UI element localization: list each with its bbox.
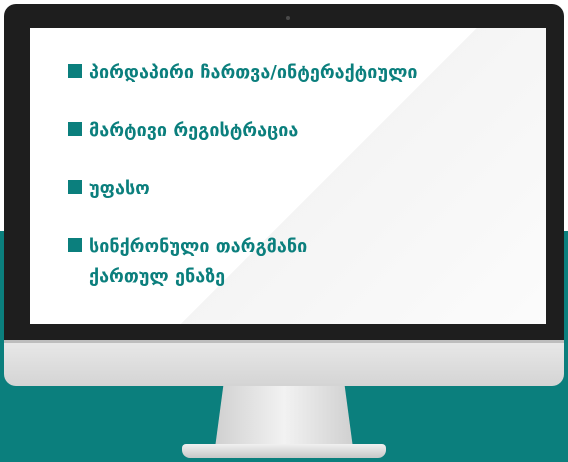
feature-text-translation: სინქრონული თარგმანი ქართულ ენაზე	[89, 236, 308, 287]
square-bullet-icon	[68, 122, 82, 136]
feature-item-live: პირდაპირი ჩართვა/ინტერაქტიული	[68, 58, 519, 88]
feature-text-live: პირდაპირი ჩართვა/ინტერაქტიული	[89, 62, 418, 83]
monitor-chin	[4, 340, 564, 386]
monitor-stand-neck	[215, 386, 353, 448]
feature-item-free: უფასო	[68, 174, 519, 204]
feature-item-registration: მარტივი რეგისტრაცია	[68, 116, 519, 146]
square-bullet-icon	[68, 180, 82, 194]
square-bullet-icon	[68, 238, 82, 252]
feature-item-translation: სინქრონული თარგმანი ქართულ ენაზე	[68, 232, 519, 292]
feature-text-free: უფასო	[89, 178, 150, 199]
square-bullet-icon	[68, 64, 82, 78]
webcam-icon	[286, 16, 290, 20]
monitor-chin-divider	[4, 340, 564, 343]
feature-text-registration: მარტივი რეგისტრაცია	[89, 120, 299, 141]
monitor-stand-base	[182, 444, 386, 458]
feature-list: პირდაპირი ჩართვა/ინტერაქტიული მარტივი რე…	[68, 58, 519, 320]
